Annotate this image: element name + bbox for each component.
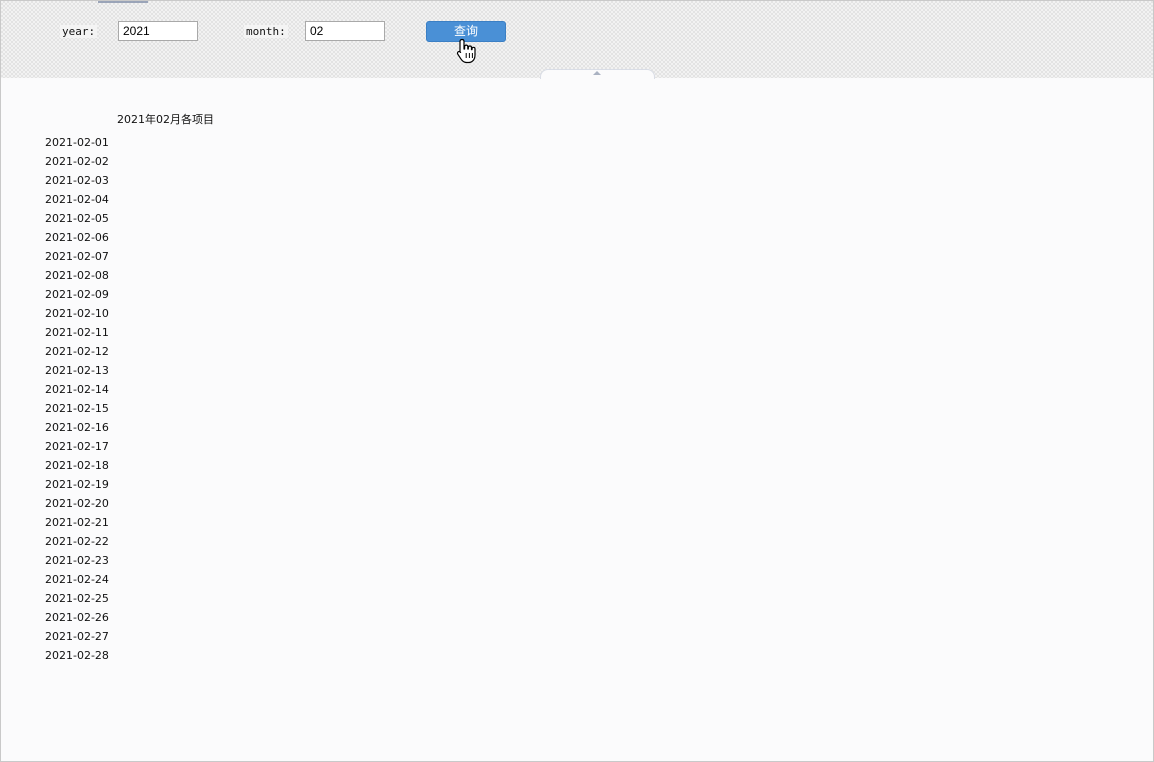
date-row: 2021-02-10 [45, 307, 109, 320]
month-label: month: [244, 25, 288, 38]
date-row: 2021-02-25 [45, 592, 109, 605]
collapse-toggle[interactable] [540, 69, 655, 79]
date-row: 2021-02-15 [45, 402, 109, 415]
date-row: 2021-02-16 [45, 421, 109, 434]
date-row: 2021-02-13 [45, 364, 109, 377]
year-input[interactable] [118, 21, 198, 41]
year-label: year: [60, 25, 98, 38]
date-row: 2021-02-21 [45, 516, 109, 529]
date-row: 2021-02-03 [45, 174, 109, 187]
date-row: 2021-02-17 [45, 440, 109, 453]
month-input[interactable] [305, 21, 385, 41]
date-row: 2021-02-04 [45, 193, 109, 206]
date-row: 2021-02-08 [45, 269, 109, 282]
date-row: 2021-02-09 [45, 288, 109, 301]
top-accent-bar [98, 0, 148, 3]
date-row: 2021-02-12 [45, 345, 109, 358]
date-row: 2021-02-28 [45, 649, 109, 662]
date-row: 2021-02-14 [45, 383, 109, 396]
date-row: 2021-02-05 [45, 212, 109, 225]
date-row: 2021-02-11 [45, 326, 109, 339]
date-row: 2021-02-02 [45, 155, 109, 168]
date-row: 2021-02-07 [45, 250, 109, 263]
date-row: 2021-02-01 [45, 136, 109, 149]
date-row: 2021-02-19 [45, 478, 109, 491]
date-row: 2021-02-24 [45, 573, 109, 586]
date-row: 2021-02-18 [45, 459, 109, 472]
chevron-up-icon [593, 71, 601, 75]
date-row: 2021-02-06 [45, 231, 109, 244]
report-title: 2021年02月各项目 [117, 113, 214, 126]
date-row: 2021-02-22 [45, 535, 109, 548]
date-list: 2021-02-01 2021-02-02 2021-02-03 2021-02-04… [45, 135, 109, 667]
date-row: 2021-02-26 [45, 611, 109, 624]
date-row: 2021-02-20 [45, 497, 109, 510]
hand-pointer-icon [456, 38, 476, 64]
date-row: 2021-02-27 [45, 630, 109, 643]
date-row: 2021-02-23 [45, 554, 109, 567]
